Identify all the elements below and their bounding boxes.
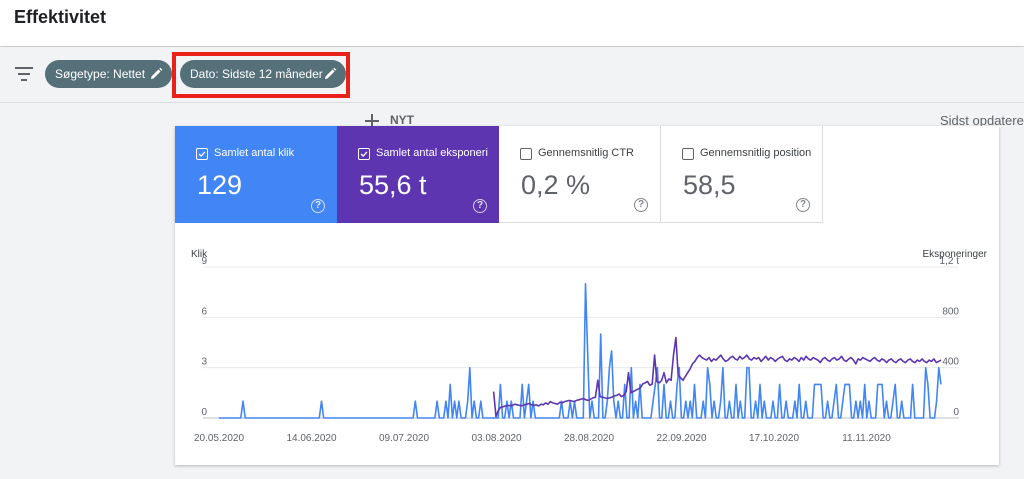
header-bar: Effektivitet — [0, 0, 1024, 46]
filter-icon[interactable] — [15, 67, 33, 81]
y-tick-label-right: 0 — [953, 407, 959, 418]
search-type-chip[interactable]: Søgetype: Nettet — [45, 60, 172, 88]
search-type-chip-label: Søgetype: Nettet — [55, 67, 146, 81]
performance-card: Samlet antal klik 129 ? Samlet antal eks… — [175, 126, 999, 465]
x-tick-label: 14.06.2020 — [286, 433, 336, 444]
x-tick-label: 22.09.2020 — [656, 433, 706, 444]
clicks-series-line — [219, 283, 942, 419]
filter-bar: Søgetype: Nettet Dato: Sidste 12 måneder… — [0, 47, 1024, 128]
y-axis-title-right: Eksponeringer — [923, 249, 988, 260]
y-tick-label-left: 6 — [201, 306, 207, 317]
page-title: Effektivitet — [14, 7, 107, 27]
x-tick-label: 28.08.2020 — [564, 433, 614, 444]
performance-chart: 036904008001,2 tKlik Eksponeringer20.05.2… — [191, 249, 988, 444]
x-tick-label: 11.11.2020 — [842, 433, 891, 444]
x-tick-label: 09.07.2020 — [379, 433, 429, 444]
x-tick-label: 20.05.2020 — [194, 433, 244, 444]
y-tick-label-left: 3 — [201, 357, 207, 368]
x-tick-label: 03.08.2020 — [471, 433, 521, 444]
y-tick-label-right: 800 — [942, 306, 959, 317]
x-tick-label: 17.10.2020 — [749, 433, 799, 444]
y-axis-title-left: Klik — [191, 249, 208, 260]
edit-icon — [151, 67, 163, 79]
add-filter-button[interactable]: NYT — [390, 113, 414, 127]
date-chip-highlight — [172, 52, 350, 98]
y-tick-label-left: 0 — [201, 407, 207, 418]
y-tick-label-right: 400 — [942, 357, 959, 368]
